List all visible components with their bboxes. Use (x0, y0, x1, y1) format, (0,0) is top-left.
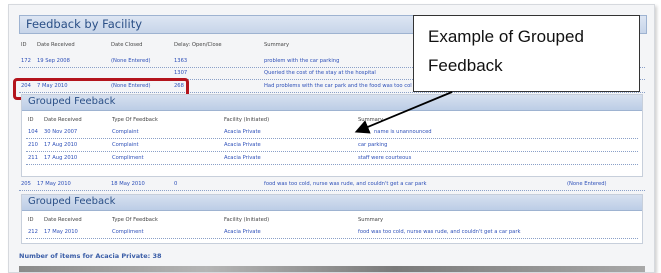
row-type: Compliment (112, 229, 144, 235)
row-id: 211 (28, 155, 38, 161)
col-type: Type Of Feedback (112, 117, 158, 123)
col-id: ID (28, 117, 34, 123)
row-summary: car parking (358, 142, 388, 148)
row-type: Complaint (112, 142, 139, 148)
row-closed: 18 May 2010 (111, 181, 145, 187)
row-received: 17 Aug 2010 (44, 142, 78, 148)
row-summary: Queried the cost of the stay at the hosp… (264, 70, 376, 76)
col-delay: Delay: Open/Close (174, 42, 222, 48)
row-id: 205 (21, 181, 31, 187)
row-type: Compliment (112, 155, 144, 161)
row-delay: 1363 (174, 58, 188, 64)
grouped-feedback-panel: Grouped Feeback ID Date Received Type Of… (21, 94, 643, 177)
col-date-received: Date Received (44, 117, 82, 123)
group-title-bar: Grouped Feeback (22, 195, 642, 211)
col-date-closed: Date Closed (111, 42, 143, 48)
row-type: Complaint (112, 129, 139, 135)
col-summary: Summary (358, 217, 384, 223)
table-row[interactable]: 104 30 Nov 2007 Complaint Acacia Private… (26, 127, 638, 139)
table-row[interactable]: 212 17 May 2010 Compliment Acacia Privat… (26, 227, 638, 239)
row-facility: Acacia Private (224, 142, 261, 148)
callout-line-1: Example of Grouped (428, 27, 584, 46)
row-id: 210 (28, 142, 38, 148)
col-facility: Facility (Initiated) (224, 217, 270, 223)
table-row[interactable]: 210 17 Aug 2010 Complaint Acacia Private… (26, 140, 638, 152)
col-facility: Facility (Initiated) (224, 117, 270, 123)
row-received: 17 May 2010 (44, 229, 78, 235)
row-summary: food was too cold, nurse was rude, and c… (264, 181, 427, 187)
table-row[interactable]: 205 17 May 2010 18 May 2010 0 food was t… (19, 179, 645, 191)
row-id: 104 (28, 129, 38, 135)
row-received: 30 Nov 2007 (44, 129, 78, 135)
row-facility: Acacia Private (224, 129, 261, 135)
col-summary: Summary (358, 117, 384, 123)
row-delay: 0 (174, 181, 178, 187)
row-received: 17 Aug 2010 (44, 155, 78, 161)
row-summary: name is unannounced (374, 129, 432, 135)
row-facility: Acacia Private (224, 155, 261, 161)
row-summary: problem with the car parking (264, 58, 340, 64)
row-summary: Had problems with the car park and the f… (264, 83, 412, 89)
group-table-header: ID Date Received Type Of Feedback Facili… (26, 115, 638, 126)
row-received: 19 Sep 2008 (37, 58, 70, 64)
row-summary: staff were courteous (358, 155, 412, 161)
col-date-received: Date Received (37, 42, 75, 48)
bottom-decoration (19, 266, 645, 272)
row-id: 212 (28, 229, 38, 235)
col-date-received: Date Received (44, 217, 82, 223)
group-table-header: ID Date Received Type Of Feedback Facili… (26, 215, 638, 226)
col-id: ID (28, 217, 34, 223)
row-facility: Acacia Private (224, 229, 261, 235)
table-row[interactable]: 211 17 Aug 2010 Compliment Acacia Privat… (26, 153, 638, 165)
callout-line-2: Feedback (428, 56, 503, 75)
row-received: 17 May 2010 (37, 181, 71, 187)
col-id: ID (21, 42, 27, 48)
annotation-callout: Example of Grouped Feedback (413, 15, 640, 92)
grouped-feedback-panel: Grouped Feeback ID Date Received Type Of… (21, 194, 643, 244)
row-closed: (None Entered) (111, 58, 151, 64)
group-title: Grouped Feeback (28, 96, 116, 107)
row-id: 172 (21, 58, 31, 64)
col-type: Type Of Feedback (112, 217, 158, 223)
group-title: Grouped Feeback (28, 196, 116, 207)
row-summary: food was too cold, nurse was rude, and c… (358, 229, 521, 235)
row-extra: (None Entered) (567, 181, 607, 187)
group-title-bar: Grouped Feeback (22, 95, 642, 111)
row-delay: 1307 (174, 70, 188, 76)
item-count: Number of items for Acacia Private: 38 (19, 252, 162, 260)
report-title: Feedback by Facility (26, 17, 143, 31)
col-summary: Summary (264, 42, 290, 48)
